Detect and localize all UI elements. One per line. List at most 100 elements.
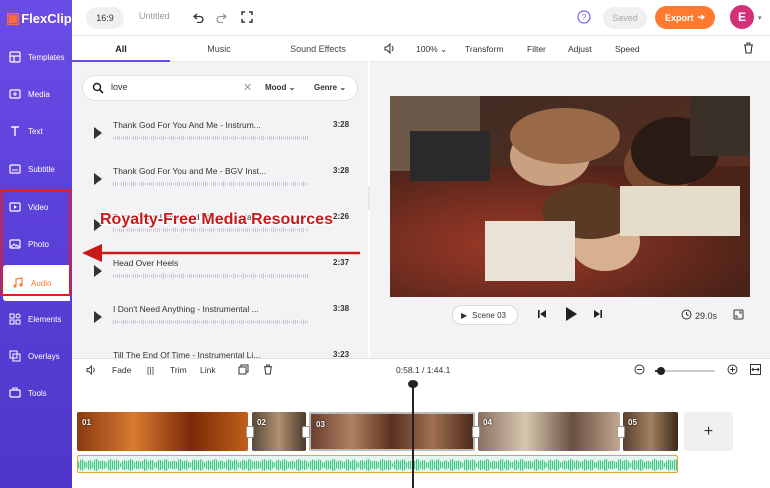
duplicate-icon[interactable] <box>238 364 249 377</box>
sidebar: ▣ FlexClip Templates Media Text Subtitle … <box>0 0 72 488</box>
saved-status: Saved <box>603 7 647 29</box>
zoom-in-icon[interactable] <box>727 364 738 377</box>
elements-icon <box>8 312 22 326</box>
sidebar-item-tools[interactable]: Tools <box>0 375 72 411</box>
search-input[interactable] <box>111 82 231 92</box>
playhead-handle[interactable] <box>408 380 418 388</box>
fullscreen-icon[interactable] <box>240 10 254 24</box>
trim-button[interactable]: Trim <box>170 365 187 375</box>
chevron-down-icon: ⌄ <box>288 83 296 92</box>
search-box: ✕ Mood ⌄ Genre ⌄ <box>82 75 358 101</box>
annotation-label: Royalty-Free Media Resources <box>100 211 333 228</box>
play-icon[interactable] <box>94 173 102 185</box>
search-icon <box>92 82 104 96</box>
timeline-clip-selected[interactable]: 03 <box>309 412 475 451</box>
transition-handle[interactable] <box>246 426 254 438</box>
zoom-slider[interactable] <box>655 367 715 375</box>
playhead[interactable] <box>412 382 414 488</box>
subtitle-icon <box>8 162 22 176</box>
project-title[interactable]: Untitled <box>139 11 170 21</box>
play-icon: ▶ <box>461 310 468 320</box>
fit-timeline-icon[interactable] <box>750 364 761 377</box>
list-item[interactable]: Till The End Of Time - Instrumental Li..… <box>72 344 368 358</box>
brand-logo[interactable]: ▣ FlexClip <box>6 8 72 28</box>
chevron-down-icon: ⌄ <box>440 44 448 54</box>
tab-underline <box>72 60 170 62</box>
help-icon[interactable]: ? <box>577 10 591 24</box>
tab-music[interactable]: Music <box>170 36 268 62</box>
panel-tabs: All Music Sound Effects <box>72 36 368 62</box>
playback-time: 0:58.1 / 1:44.1 <box>396 365 451 375</box>
audio-track[interactable] <box>77 455 678 473</box>
list-item[interactable]: I Don't Need Anything - Instrumental ...… <box>72 298 368 344</box>
play-icon[interactable] <box>94 127 102 139</box>
volume-icon[interactable] <box>86 364 97 377</box>
add-clip-button[interactable]: + <box>684 412 733 451</box>
overlays-icon <box>8 349 22 363</box>
sidebar-item-text[interactable]: Text <box>0 113 72 149</box>
tab-all[interactable]: All <box>72 36 170 62</box>
sidebar-item-media[interactable]: Media <box>0 76 72 112</box>
media-icon <box>8 87 22 101</box>
genre-filter[interactable]: Genre ⌄ <box>314 83 346 92</box>
tab-sound-effects[interactable]: Sound Effects <box>268 36 368 62</box>
export-button[interactable]: Export ➔ <box>655 6 715 29</box>
waveform <box>113 135 308 141</box>
transition-handle[interactable] <box>617 426 625 438</box>
scene-duration: 29.0s <box>681 309 717 322</box>
aspect-ratio-button[interactable]: 16:9 <box>86 7 124 29</box>
avatar[interactable]: E <box>730 5 754 29</box>
tools-icon <box>8 386 22 400</box>
plus-icon: + <box>703 422 714 440</box>
timeline-clip[interactable]: 04 <box>478 412 620 451</box>
fade-button[interactable]: Fade <box>112 365 131 375</box>
zoom-out-icon[interactable] <box>634 364 645 377</box>
play-icon[interactable] <box>94 265 102 277</box>
audio-waveform <box>78 459 677 471</box>
play-icon[interactable] <box>94 311 102 323</box>
arrow-right-icon: ➔ <box>697 12 706 22</box>
speed-button[interactable]: Speed <box>615 44 640 54</box>
trash-icon[interactable] <box>743 42 754 56</box>
svg-text:?: ? <box>582 13 587 22</box>
chevron-down-icon: ⌄ <box>339 83 347 92</box>
scene-selector[interactable]: ▶ Scene 03 <box>452 305 518 325</box>
video-preview[interactable] <box>390 96 750 297</box>
volume-icon[interactable] <box>384 42 396 56</box>
next-icon[interactable] <box>592 308 604 322</box>
previous-icon[interactable] <box>536 308 548 322</box>
top-bar: 16:9 Untitled ? Saved Export ➔ E ▾ <box>72 0 770 36</box>
redo-icon[interactable] <box>214 10 228 24</box>
fullscreen-icon[interactable] <box>733 309 744 322</box>
sidebar-item-subtitle[interactable]: Subtitle <box>0 151 72 187</box>
split-icon[interactable]: [|] <box>147 365 154 375</box>
editor-toolbar: 100% ⌄ Transform Filter Adjust Speed <box>370 36 770 62</box>
sidebar-item-templates[interactable]: Templates <box>0 39 72 75</box>
timeline-clip[interactable]: 01 <box>77 412 248 451</box>
trash-icon[interactable] <box>263 364 273 377</box>
mood-filter[interactable]: Mood ⌄ <box>265 83 295 92</box>
link-button[interactable]: Link <box>200 365 216 375</box>
timeline-clip[interactable]: 02 <box>252 412 306 451</box>
clear-icon[interactable]: ✕ <box>243 81 252 94</box>
play-button[interactable] <box>564 306 578 324</box>
annotation-arrow <box>82 244 360 262</box>
adjust-button[interactable]: Adjust <box>568 44 592 54</box>
waveform <box>113 319 308 325</box>
sidebar-item-elements[interactable]: Elements <box>0 301 72 337</box>
transform-button[interactable]: Transform <box>465 44 503 54</box>
sidebar-item-overlays[interactable]: Overlays <box>0 338 72 374</box>
templates-icon <box>8 50 22 64</box>
undo-icon[interactable] <box>192 10 206 24</box>
list-item[interactable]: Thank God For You And Me - Instrum... 3:… <box>72 114 368 160</box>
transition-handle[interactable] <box>472 426 480 438</box>
filter-button[interactable]: Filter <box>527 44 546 54</box>
list-item[interactable]: Thank God For You and Me - BGV Inst... 3… <box>72 160 368 206</box>
chevron-down-icon[interactable]: ▾ <box>758 14 762 22</box>
zoom-slider-handle[interactable] <box>657 367 665 375</box>
transition-handle[interactable] <box>302 426 310 438</box>
zoom-select[interactable]: 100% ⌄ <box>416 44 447 55</box>
text-icon <box>8 124 22 138</box>
waveform <box>113 273 308 279</box>
timeline-clip[interactable]: 05 <box>623 412 678 451</box>
